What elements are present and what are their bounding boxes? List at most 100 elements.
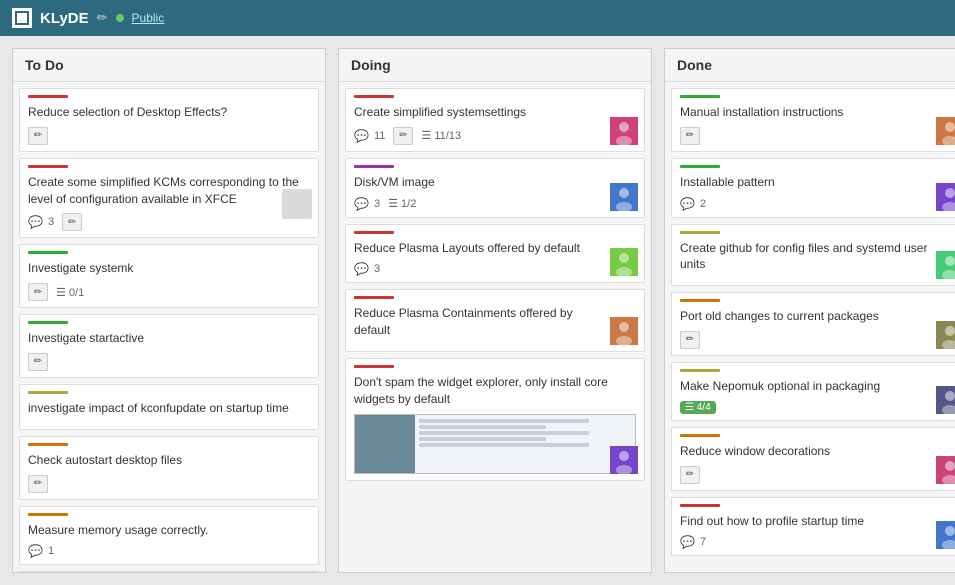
column-body-done: Manual installation instructions ✏ Instal… [665,82,955,572]
card-meta: 💬 3 [354,262,604,276]
card[interactable]: Make Nepomuk optional in packaging☰ 4/4 [671,362,955,421]
card[interactable]: Investigate systemk ✏ ☰ 0/1 [19,244,319,308]
card[interactable]: Reduce Plasma Layouts offered by default… [345,224,645,284]
card-title: Create simplified systemsettings [354,104,604,121]
card-color-bar [28,165,68,168]
card-title: Investigate startactive [28,330,310,347]
card-title: Create github for config files and syste… [680,240,930,274]
card-meta: ✏ [28,475,310,493]
pencil-button[interactable]: ✏ [28,283,48,301]
card[interactable]: Manual installation instructions ✏ [671,88,955,152]
comment-count: 💬 1 [28,544,54,558]
column-done: DoneManual installation instructions✏ In… [664,48,955,573]
card-title: Manual installation instructions [680,104,930,121]
card-color-bar [28,443,68,446]
card-meta: ✏ [680,331,930,349]
card-title: Don't spam the widget explorer, only ins… [354,374,636,408]
card-color-bar [354,296,394,299]
card-title: Reduce window decorations [680,443,930,460]
card-color-bar [680,165,720,168]
card-title: Reduce Plasma Layouts offered by default [354,240,604,257]
card-color-bar [28,251,68,254]
card[interactable]: Create simplified systemsettings 💬 11 ✏ ☰ 1… [345,88,645,152]
card-title: Check autostart desktop files [28,452,310,469]
card[interactable]: Check autostart desktop files ✏ [19,436,319,500]
column-header-todo: To Do [13,49,325,82]
card[interactable]: Installer [19,571,319,572]
logo-icon [15,11,29,25]
pencil-button[interactable]: ✏ [680,466,700,484]
comment-count: 💬 3 [28,215,54,229]
pencil-button[interactable]: ✏ [28,353,48,371]
card-meta: 💬 7 [680,535,930,549]
card-title: investigate impact of kconfupdate on sta… [28,400,310,417]
pencil-button[interactable]: ✏ [680,127,700,145]
card-screenshot [354,414,636,474]
pencil-button[interactable]: ✏ [28,475,48,493]
card-title: Create some simplified KCMs correspondin… [28,174,310,208]
card[interactable]: Installable pattern 💬 2 [671,158,955,218]
column-todo: To Do Reduce selection of Desktop Effects… [12,48,326,573]
public-label[interactable]: Public [132,11,165,25]
column-header-doing: Doing [339,49,651,82]
card-title: Installable pattern [680,174,930,191]
pencil-button[interactable]: ✏ [680,331,700,349]
card[interactable]: Reduce window decorations ✏ [671,427,955,491]
card-color-bar [28,391,68,394]
card-meta: 💬 3 ✏ [28,213,310,231]
card[interactable]: Disk/VM image 💬 3 ☰ 1/2 [345,158,645,218]
card-title: Reduce Plasma Containments offered by de… [354,305,604,339]
card-color-bar [28,95,68,98]
card-color-bar [28,513,68,516]
checklist-count: ☰ 11/13 [421,129,461,142]
pencil-button[interactable]: ✏ [393,127,413,145]
card-color-bar [680,299,720,302]
card-meta: 💬 3 ☰ 1/2 [354,197,604,211]
card-title: Make Nepomuk optional in packaging [680,378,930,395]
card-meta: 💬 11 ✏ ☰ 11/13 [354,127,604,145]
card-meta: ✏ [680,466,930,484]
pencil-button[interactable]: ✏ [62,213,82,231]
card-color-bar [680,95,720,98]
edit-icon[interactable]: ✏ [97,10,108,26]
card-color-bar [354,231,394,234]
card[interactable]: Reduce Plasma Containments offered by de… [345,289,645,352]
card[interactable]: Reduce selection of Desktop Effects?✏ [19,88,319,152]
comment-count: 💬 11 [354,129,385,143]
app-header: KLyDE ✏ Public [0,0,955,36]
card[interactable]: Investigate startactive ✏ [19,314,319,378]
comment-count: 💬 3 [354,197,380,211]
app-title: KLyDE [40,10,89,27]
card[interactable]: investigate impact of kconfupdate on sta… [19,384,319,430]
checklist-count: ☰ 1/2 [388,197,416,210]
card-title: Measure memory usage correctly. [28,522,310,539]
card-title: Port old changes to current packages [680,308,930,325]
card[interactable]: Find out how to profile startup time💬 7 [671,497,955,557]
card-overlay [282,189,312,219]
card[interactable]: Port old changes to current packages ✏ [671,292,955,356]
comment-count: 💬 3 [354,262,380,276]
comment-count: 💬 2 [680,197,706,211]
column-body-doing: Create simplified systemsettings 💬 11 ✏ ☰ 1… [339,82,651,572]
card-meta: 💬 1 [28,544,310,558]
card[interactable]: Create github for config files and syste… [671,224,955,287]
card-color-bar [680,369,720,372]
board: To Do Reduce selection of Desktop Effects… [0,36,955,585]
pencil-button[interactable]: ✏ [28,127,48,145]
card-meta: 💬 2 [680,197,930,211]
card-title: Investigate systemk [28,260,310,277]
card-color-bar [680,504,720,507]
card-color-bar [28,321,68,324]
checklist-count: ☰ 0/1 [56,286,84,299]
card[interactable]: Measure memory usage correctly. 💬 1 [19,506,319,566]
card-color-bar [354,365,394,368]
app-logo [12,8,32,28]
comment-count: 💬 7 [680,535,706,549]
public-dot [116,14,124,22]
card-meta: ✏ [28,127,310,145]
card-meta: ✏ [680,127,930,145]
card-color-bar [680,434,720,437]
card[interactable]: Don't spam the widget explorer, only ins… [345,358,645,481]
card[interactable]: Create some simplified KCMs correspondin… [19,158,319,239]
card-title: Disk/VM image [354,174,604,191]
